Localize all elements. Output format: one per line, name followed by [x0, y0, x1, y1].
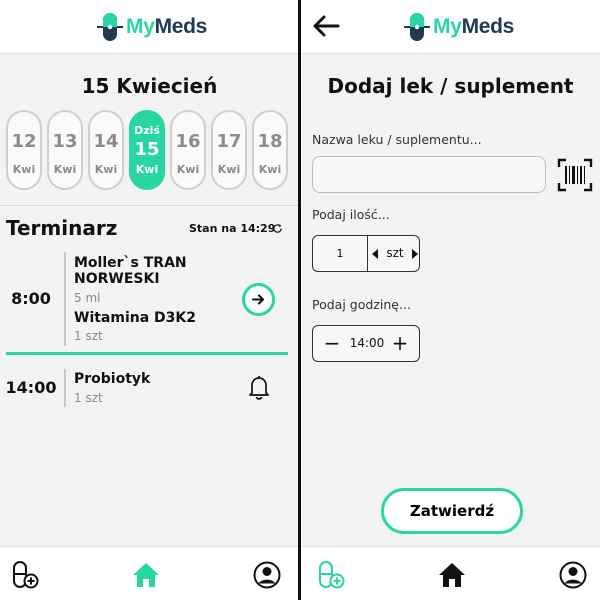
- medication-name-input[interactable]: [312, 156, 546, 193]
- day-number: 18: [257, 131, 283, 152]
- day-month: Kwi: [53, 163, 77, 176]
- day-chip-14[interactable]: 14 Kwi: [88, 110, 124, 190]
- today-label: Dziś: [134, 124, 160, 137]
- med-qty: 1 szt: [74, 391, 103, 405]
- day-chip-13[interactable]: 13 Kwi: [47, 110, 83, 190]
- med-name: Probiotyk: [74, 371, 151, 387]
- day-number: 12: [11, 131, 37, 152]
- form-title: Dodaj lek / suplement: [327, 74, 574, 98]
- quantity-stepper: 1 szt: [312, 235, 420, 272]
- home-icon[interactable]: [131, 560, 161, 590]
- app-name: MyMeds: [126, 15, 208, 38]
- day-number: 17: [216, 131, 242, 152]
- top-bar: MyMeds: [301, 0, 600, 54]
- status-text: Stan na 14:29: [189, 222, 276, 235]
- arrow-right-circle-button[interactable]: [242, 283, 275, 316]
- med-name: Moller`s TRAN NORWESKI: [74, 255, 187, 287]
- submit-button[interactable]: Zatwierdź: [381, 488, 523, 534]
- time-label: Podaj godzinę...: [312, 297, 411, 312]
- time-increment-button[interactable]: +: [389, 331, 411, 357]
- app-logo: MyMeds: [95, 12, 207, 42]
- time-decrement-button[interactable]: −: [321, 331, 343, 357]
- time-stepper: − 14:00 +: [312, 325, 420, 362]
- entry-time: 14:00: [5, 378, 57, 397]
- date-title: 15 Kwiecień: [81, 74, 218, 98]
- schedule-title: Terminarz: [6, 216, 118, 240]
- entry-divider: [64, 369, 66, 407]
- name-label: Nazwa leku / suplementu...: [312, 132, 482, 147]
- quantity-value[interactable]: 1: [313, 236, 368, 271]
- pill-logo-icon: [402, 12, 432, 42]
- top-bar: MyMeds: [0, 0, 299, 54]
- med-name: Witamina D3K2: [74, 310, 197, 326]
- arrow-right-icon: [252, 294, 264, 305]
- barcode-scanner-icon[interactable]: [557, 158, 593, 192]
- add-pill-icon[interactable]: [10, 560, 40, 590]
- day-month: Kwi: [258, 163, 282, 176]
- time-value[interactable]: 14:00: [343, 326, 391, 361]
- day-chip-18[interactable]: 18 Kwi: [252, 110, 288, 190]
- day-number: 15: [134, 139, 160, 160]
- day-month: Kwi: [176, 163, 200, 176]
- day-month: Kwi: [217, 163, 241, 176]
- day-chip-17[interactable]: 17 Kwi: [211, 110, 247, 190]
- entry-divider: [64, 252, 66, 346]
- add-medication-screen: MyMeds Dodaj lek / suplement Nazwa leku …: [301, 0, 600, 600]
- day-month: Kwi: [94, 163, 118, 176]
- day-month: Kwi: [12, 163, 36, 176]
- refresh-icon[interactable]: [272, 223, 283, 234]
- day-chip-today[interactable]: Dziś 15 Kwi: [129, 110, 165, 190]
- app-name: MyMeds: [433, 15, 515, 38]
- bottom-nav: [0, 546, 299, 600]
- unit-next-icon[interactable]: [412, 249, 418, 259]
- day-month: Kwi: [135, 163, 159, 176]
- bottom-nav: [301, 546, 600, 600]
- back-arrow-icon[interactable]: [311, 12, 341, 40]
- day-chip-12[interactable]: 12 Kwi: [6, 110, 42, 190]
- day-strip: 12 Kwi 13 Kwi 14 Kwi Dziś 15 Kwi 16 Kwi …: [6, 110, 294, 190]
- entry-time: 8:00: [11, 289, 51, 308]
- profile-icon[interactable]: [252, 560, 282, 590]
- day-number: 13: [52, 131, 78, 152]
- day-number: 16: [175, 131, 201, 152]
- med-qty: 5 ml: [74, 291, 101, 305]
- day-number: 14: [93, 131, 119, 152]
- profile-icon[interactable]: [558, 560, 588, 590]
- pill-logo-icon: [95, 12, 125, 42]
- bell-icon[interactable]: [247, 374, 271, 400]
- quantity-label: Podaj ilość...: [312, 207, 390, 222]
- day-chip-16[interactable]: 16 Kwi: [170, 110, 206, 190]
- schedule-screen: MyMeds 15 Kwiecień 12 Kwi 13 Kwi 14 Kwi …: [0, 0, 299, 600]
- home-icon[interactable]: [437, 560, 467, 590]
- add-pill-icon[interactable]: [316, 560, 346, 590]
- current-time-line: [6, 352, 288, 355]
- app-logo: MyMeds: [402, 12, 514, 42]
- med-qty: 1 szt: [74, 329, 103, 343]
- section-divider: [0, 205, 299, 206]
